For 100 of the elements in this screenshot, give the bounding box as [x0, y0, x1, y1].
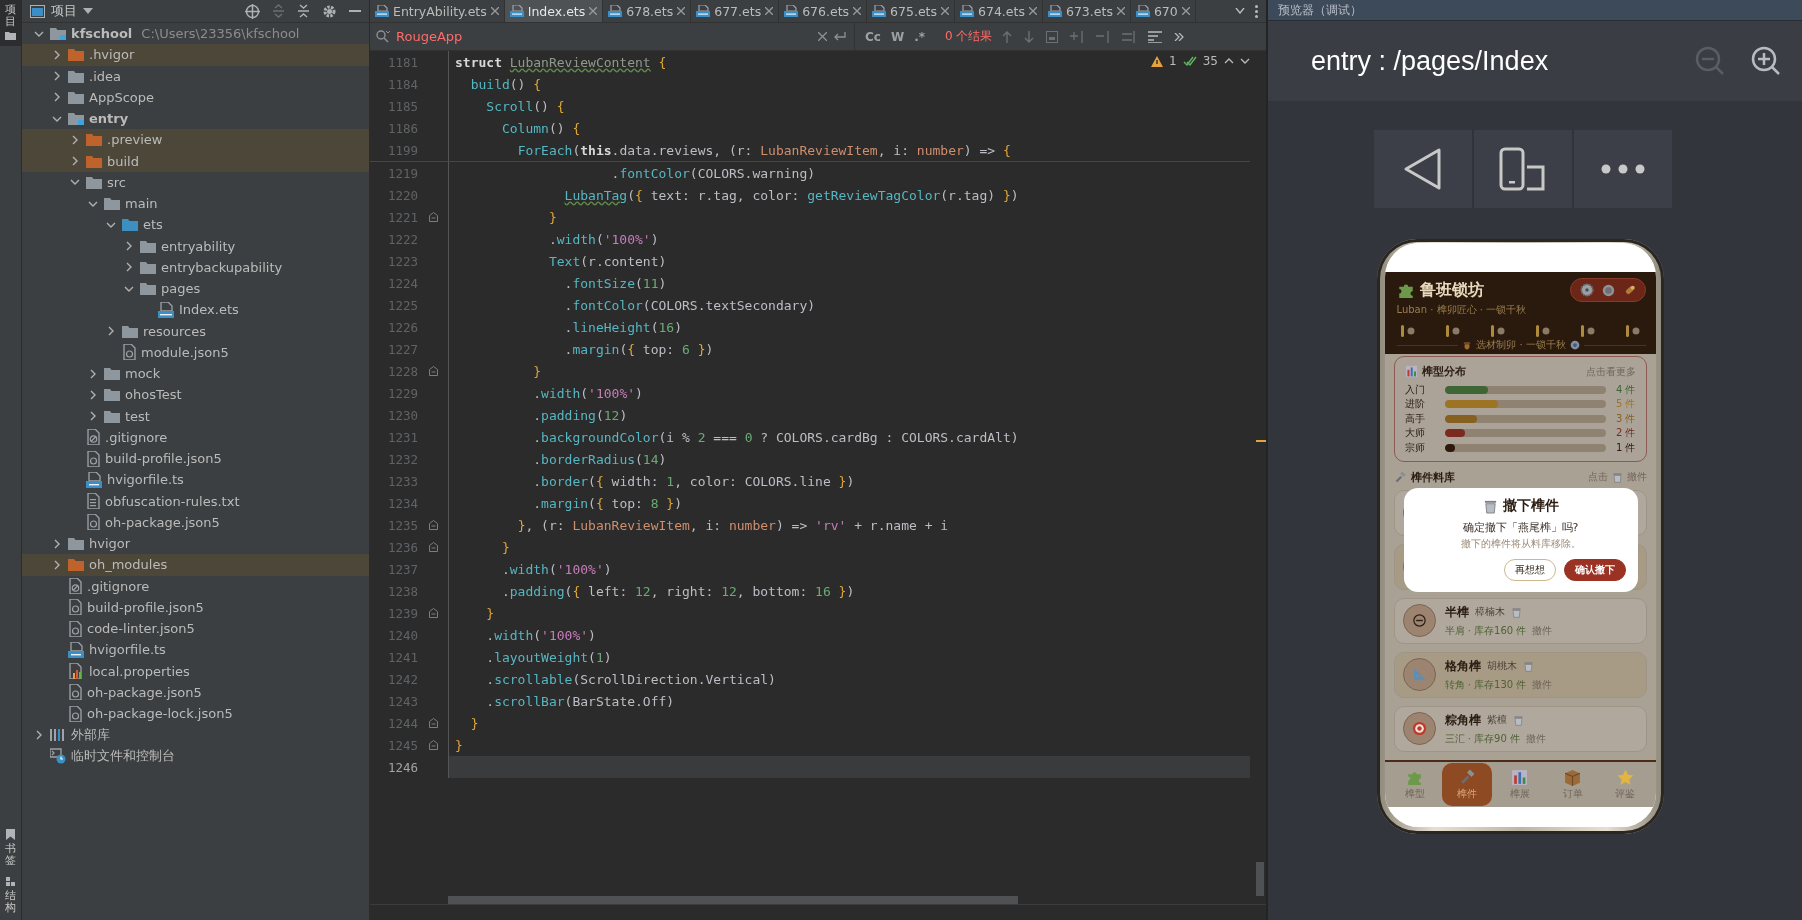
- zoom-in-icon[interactable]: [1750, 45, 1782, 77]
- search-option-toggle[interactable]: Cc: [865, 29, 881, 44]
- editor-tab[interactable]: 676.ets: [779, 0, 868, 22]
- chevron-right-icon[interactable]: [88, 411, 98, 422]
- chevron-right-icon[interactable]: [88, 368, 98, 379]
- collapse-all-icon[interactable]: [297, 4, 310, 18]
- tree-item[interactable]: test: [22, 405, 369, 427]
- chevron-right-icon[interactable]: [70, 134, 80, 145]
- editor-tab[interactable]: Index.ets: [504, 0, 604, 22]
- chevron-right-icon[interactable]: [34, 729, 44, 740]
- editor-tab[interactable]: 678.ets: [603, 0, 692, 22]
- close-icon[interactable]: [853, 7, 862, 15]
- close-icon[interactable]: [677, 7, 686, 15]
- editor-tab[interactable]: 670: [1130, 0, 1196, 22]
- search-option-toggle[interactable]: W: [890, 29, 905, 44]
- new-line-icon[interactable]: [833, 31, 846, 42]
- search-option-toggle[interactable]: .*: [914, 29, 925, 44]
- tree-item[interactable]: resources: [22, 320, 369, 342]
- cancel-button[interactable]: 再想想: [1503, 559, 1556, 581]
- tree-item[interactable]: entryability: [22, 235, 369, 257]
- nav-item[interactable]: 榫件: [1442, 763, 1493, 806]
- tree-item[interactable]: module.json5: [22, 341, 369, 363]
- fold-icon[interactable]: [428, 366, 438, 376]
- chevron-down-icon[interactable]: [1235, 8, 1245, 14]
- chevron-right-icon[interactable]: [52, 49, 62, 60]
- item-card[interactable]: 粽角榫 紫檀 三汇 · 库存90 件 撤件: [1393, 705, 1647, 752]
- chevron-down-icon[interactable]: [1240, 58, 1250, 64]
- fold-icon[interactable]: [428, 520, 438, 530]
- chevron-up-icon[interactable]: [1224, 58, 1234, 64]
- dropdown-caret-icon[interactable]: [83, 8, 93, 14]
- tree-item[interactable]: build: [22, 150, 369, 172]
- more-icon[interactable]: [1255, 4, 1258, 18]
- search-field[interactable]: RougeApp: [376, 23, 855, 50]
- close-icon[interactable]: [589, 7, 598, 15]
- close-icon[interactable]: [1116, 7, 1125, 15]
- tree-item[interactable]: .hvigor: [22, 44, 369, 66]
- chevron-right-icon[interactable]: [52, 92, 62, 103]
- tree-item[interactable]: entry: [22, 108, 369, 130]
- tree-item[interactable]: .gitignore: [22, 575, 369, 597]
- tree-item[interactable]: oh_modules: [22, 554, 369, 576]
- tree-item[interactable]: build-profile.json5: [22, 596, 369, 618]
- tree-item[interactable]: hvigor: [22, 533, 369, 555]
- tree-item[interactable]: mock: [22, 363, 369, 385]
- close-icon[interactable]: [1028, 7, 1037, 15]
- rotate-device-button[interactable]: [1471, 130, 1572, 208]
- tree-item[interactable]: 临时文件和控制台: [22, 745, 369, 767]
- editor-tab[interactable]: 675.ets: [867, 0, 955, 22]
- tree-item[interactable]: hvigorfile.ts: [22, 639, 369, 661]
- tool-window-button[interactable]: 项目: [0, 0, 21, 47]
- chevron-right-icon[interactable]: [52, 71, 62, 82]
- locate-icon[interactable]: [245, 3, 260, 19]
- close-icon[interactable]: [941, 7, 949, 15]
- tree-item[interactable]: local.properties: [22, 660, 369, 682]
- scrollbar-thumb[interactable]: [1256, 862, 1264, 896]
- tree-item[interactable]: oh-package.json5: [22, 511, 369, 533]
- tree-item[interactable]: .preview: [22, 129, 369, 151]
- tree-item[interactable]: obfuscation-rules.txt: [22, 490, 369, 512]
- tree-item[interactable]: build-profile.json5: [22, 448, 369, 470]
- tree-item[interactable]: oh-package.json5: [22, 681, 369, 703]
- fold-icon[interactable]: [428, 542, 438, 552]
- item-card[interactable]: 半榫 樟楠木 半肩 · 库存160 件 撤件: [1393, 597, 1647, 644]
- tool-window-button[interactable]: 书签: [0, 824, 21, 873]
- tree-item[interactable]: ets: [22, 214, 369, 236]
- tree-item[interactable]: main: [22, 193, 369, 215]
- tree-item[interactable]: code-linter.json5: [22, 618, 369, 640]
- fold-icon[interactable]: [428, 212, 438, 222]
- chevron-right-icon[interactable]: [124, 262, 134, 273]
- tree-item[interactable]: 外部库: [22, 724, 369, 746]
- tool-window-button[interactable]: 结构: [0, 872, 21, 920]
- more-button[interactable]: [1571, 130, 1672, 208]
- tree-item[interactable]: kfschool C:\Users\23356\kfschool: [22, 23, 369, 45]
- chevron-right-icon[interactable]: [124, 241, 134, 252]
- tree-item[interactable]: AppScope: [22, 86, 369, 108]
- double-chevron-icon[interactable]: [1174, 32, 1185, 41]
- fold-icon[interactable]: [428, 718, 438, 728]
- editor-tab[interactable]: 674.ets: [955, 0, 1043, 22]
- editor-tab[interactable]: 673.ets: [1042, 0, 1131, 22]
- clear-icon[interactable]: [818, 32, 827, 41]
- fold-icon[interactable]: [428, 608, 438, 618]
- tree-item[interactable]: oh-package-lock.json5: [22, 703, 369, 725]
- chevron-right-icon[interactable]: [52, 559, 62, 570]
- editor-tab[interactable]: 677.ets: [691, 0, 780, 22]
- tree-item[interactable]: Index.ets: [22, 299, 369, 321]
- scrollbar-thumb[interactable]: [448, 896, 1018, 904]
- warning-marker[interactable]: [1256, 440, 1266, 442]
- tree-item[interactable]: entrybackupability: [22, 256, 369, 278]
- tree-item[interactable]: hvigorfile.ts: [22, 469, 369, 491]
- header-pill[interactable]: [1569, 278, 1646, 302]
- settings-icon[interactable]: [322, 3, 337, 19]
- tree-item[interactable]: src: [22, 171, 369, 193]
- close-icon[interactable]: [765, 7, 774, 15]
- editor-tab[interactable]: EntryAbility.ets: [370, 0, 505, 22]
- chevron-right-icon[interactable]: [52, 538, 62, 549]
- confirm-button[interactable]: 确认撤下: [1563, 559, 1626, 581]
- tree-item[interactable]: ohosTest: [22, 384, 369, 406]
- chevron-right-icon[interactable]: [106, 326, 116, 337]
- tree-item[interactable]: .gitignore: [22, 426, 369, 448]
- back-button[interactable]: [1373, 130, 1472, 208]
- close-icon[interactable]: [490, 7, 499, 15]
- fold-icon[interactable]: [428, 740, 438, 750]
